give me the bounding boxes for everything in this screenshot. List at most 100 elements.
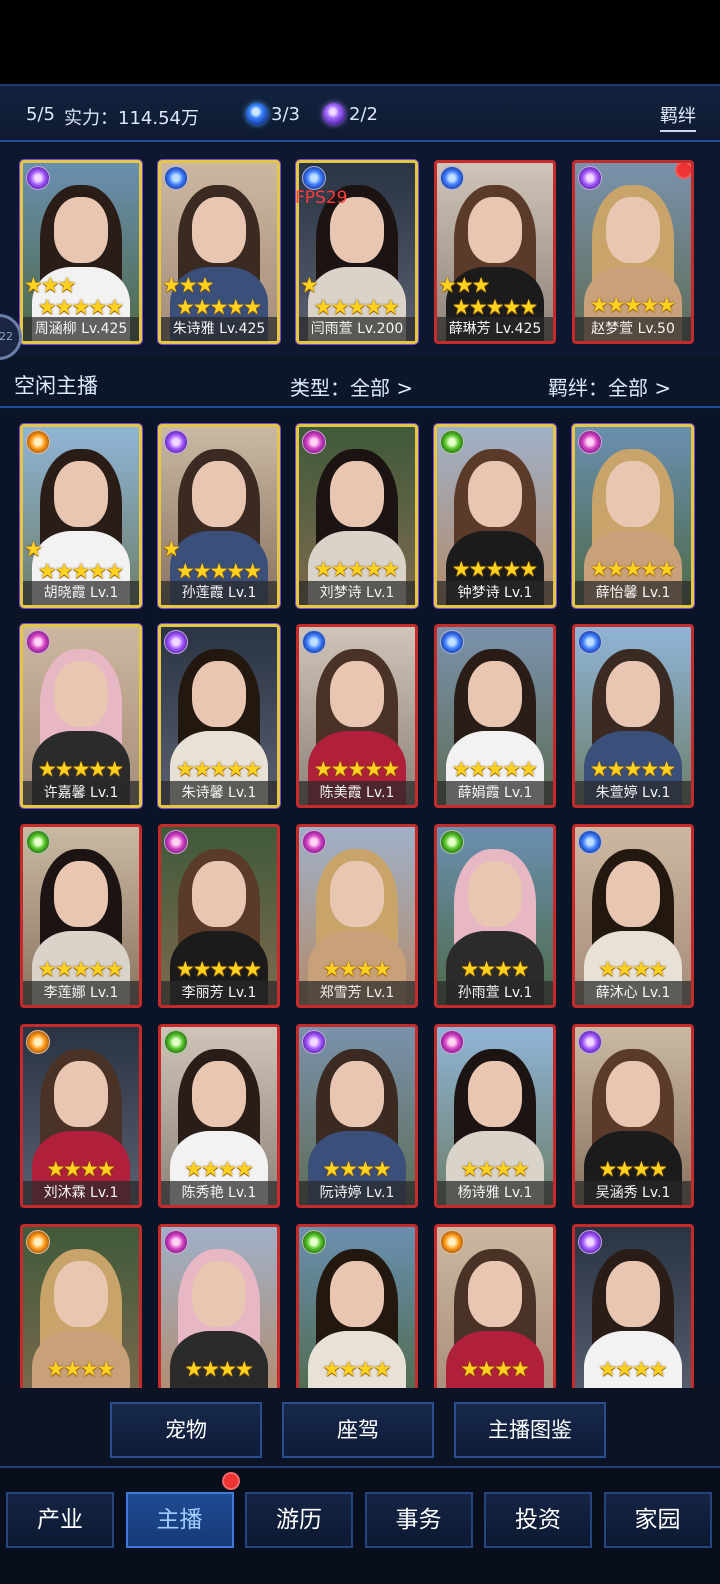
nav-tab-home[interactable]: 家园 xyxy=(603,1492,712,1548)
status-area xyxy=(0,0,720,84)
streamer-name: 钟梦诗 Lv.1 xyxy=(437,581,553,605)
notification-dot xyxy=(675,163,691,179)
blue-gem-icon xyxy=(246,103,268,125)
streamer-name: 孙雨萱 Lv.1 xyxy=(437,981,553,1005)
type-filter[interactable]: 类型：全部 > xyxy=(290,372,413,401)
green-element-icon xyxy=(302,1230,326,1254)
magenta-element-icon xyxy=(26,630,50,654)
star-icon: ★ xyxy=(243,559,263,583)
streamer-card[interactable]: ★★★★★ 赵梦萱 Lv.50 xyxy=(572,160,694,344)
purple-element-icon xyxy=(26,166,50,190)
streamer-card[interactable]: ★★★ ★★★★★ 朱诗雅 Lv.425 xyxy=(158,160,280,344)
star-rating: ★★★★★ xyxy=(437,759,553,781)
streamer-name: 薛娟霞 Lv.1 xyxy=(437,781,553,805)
streamer-card[interactable]: ★★★★ 阮诗婷 Lv.1 xyxy=(296,1024,418,1208)
streamer-catalog-button[interactable]: 主播图鉴 xyxy=(454,1402,606,1458)
streamer-card[interactable]: ★★★★ xyxy=(158,1224,280,1388)
orange-element-icon xyxy=(26,1030,50,1054)
streamer-card[interactable]: ★★★★ 陈秀艳 Lv.1 xyxy=(158,1024,280,1208)
blue-element-icon xyxy=(164,166,188,190)
orange-element-icon xyxy=(26,1230,50,1254)
star-icon: ★ xyxy=(105,559,125,583)
blue-element-icon xyxy=(302,630,326,654)
streamer-name: 孙莲霞 Lv.1 xyxy=(161,581,277,605)
streamer-card[interactable]: ★★★★★ 钟梦诗 Lv.1 xyxy=(434,424,556,608)
star-icon: ★ xyxy=(372,957,392,981)
star-rating: ★★★ ★★★★★ xyxy=(437,275,553,319)
star-icon: ★ xyxy=(372,1357,392,1381)
star-icon: ★ xyxy=(657,293,677,317)
pet-button[interactable]: 宠物 xyxy=(110,1402,262,1458)
nav-tab-industry[interactable]: 产业 xyxy=(6,1492,114,1548)
purple-element-icon xyxy=(164,630,188,654)
streamer-name: 阮诗婷 Lv.1 xyxy=(299,1181,415,1205)
star-rating: ★★★★★ xyxy=(161,959,277,981)
team-panel: ★★★ ★★★★★ 周涵柳 Lv.425 ★★★ ★★★★★ 朱诗雅 Lv.425 ★ ★★★… xyxy=(0,144,720,358)
team-count: 5/5 xyxy=(26,104,55,125)
star-icon: ★ xyxy=(243,757,263,781)
magenta-element-icon xyxy=(440,1030,464,1054)
star-rating: ★★★★★ xyxy=(575,559,691,581)
streamer-card[interactable]: ★★★★★ 许嘉馨 Lv.1 xyxy=(20,624,142,808)
nav-tab-investment[interactable]: 投资 xyxy=(484,1492,592,1548)
streamer-card[interactable]: ★★★★★ 刘梦诗 Lv.1 xyxy=(296,424,418,608)
star-icon: ★ xyxy=(105,757,125,781)
bond-button[interactable]: 羁绊 xyxy=(660,102,696,132)
streamer-card[interactable]: ★★★★ xyxy=(20,1224,142,1388)
vehicle-button[interactable]: 座驾 xyxy=(282,1402,434,1458)
star-icon: ★ xyxy=(510,1357,530,1381)
star-icon: ★ xyxy=(657,757,677,781)
streamer-name: 杨诗雅 Lv.1 xyxy=(437,1181,553,1205)
notification-dot xyxy=(221,1472,240,1490)
streamer-name: 李丽芳 Lv.1 xyxy=(161,981,277,1005)
star-icon: ★ xyxy=(648,1357,668,1381)
star-rating: ★★★★ xyxy=(575,1159,691,1181)
streamer-name: 陈秀艳 Lv.1 xyxy=(161,1181,277,1205)
green-element-icon xyxy=(26,830,50,854)
star-icon: ★ xyxy=(96,1157,116,1181)
star-rating: ★★★★★ xyxy=(23,759,139,781)
streamer-name: 薛怡馨 Lv.1 xyxy=(575,581,691,605)
streamer-card[interactable]: ★★★★ xyxy=(572,1224,694,1388)
purple-element-icon xyxy=(302,1030,326,1054)
star-rating: ★★★★ xyxy=(161,1359,277,1381)
star-rating: ★★★★ xyxy=(23,1159,139,1181)
streamer-card[interactable]: ★ ★★★★★ 胡晓霞 Lv.1 xyxy=(20,424,142,608)
streamer-card[interactable]: ★★★★★ 薛怡馨 Lv.1 xyxy=(572,424,694,608)
bond-filter[interactable]: 羁绊：全部 > xyxy=(548,372,671,401)
star-rating: ★★★★ xyxy=(575,959,691,981)
streamer-card[interactable]: ★★★★★ 李丽芳 Lv.1 xyxy=(158,824,280,1008)
streamer-card[interactable]: ★★★★★ 陈美霞 Lv.1 xyxy=(296,624,418,808)
streamer-card[interactable]: ★★★★★ 朱诗馨 Lv.1 xyxy=(158,624,280,808)
streamer-card[interactable]: ★★★★ 吴涵秀 Lv.1 xyxy=(572,1024,694,1208)
star-icon: ★ xyxy=(381,557,401,581)
magenta-element-icon xyxy=(578,430,602,454)
streamer-card[interactable]: ★★★★ 杨诗雅 Lv.1 xyxy=(434,1024,556,1208)
streamer-card[interactable]: ★★★ ★★★★★ 薛琳芳 Lv.425 xyxy=(434,160,556,344)
nav-tab-affairs[interactable]: 事务 xyxy=(364,1492,473,1548)
star-rating: ★★★★★ xyxy=(437,559,553,581)
streamer-card[interactable]: ★ ★★★★★ 孙莲霞 Lv.1 xyxy=(158,424,280,608)
idle-title: 空闲主播 xyxy=(14,374,98,398)
streamer-name: 胡晓霞 Lv.1 xyxy=(23,581,139,605)
streamer-card[interactable]: ★★★★ xyxy=(296,1224,418,1388)
streamer-card[interactable]: ★★★★ 薛沐心 Lv.1 xyxy=(572,824,694,1008)
streamer-card[interactable]: ★★★★ 郑雪芳 Lv.1 xyxy=(296,824,418,1008)
streamer-card[interactable]: ★★★★★ 薛娟霞 Lv.1 xyxy=(434,624,556,808)
streamer-card[interactable]: ★★★ ★★★★★ 周涵柳 Lv.425 xyxy=(20,160,142,344)
streamer-card[interactable]: ★★★★★ 朱萱婷 Lv.1 xyxy=(572,624,694,808)
streamer-card[interactable]: ★★★★ 刘沐霖 Lv.1 xyxy=(20,1024,142,1208)
streamer-name: 薛沐心 Lv.1 xyxy=(575,981,691,1005)
nav-tab-streamer[interactable]: 主播 xyxy=(125,1492,234,1548)
function-buttons: 宠物 座驾 主播图鉴 xyxy=(0,1388,720,1466)
streamer-card[interactable]: ★★★★ xyxy=(434,1224,556,1388)
nav-tab-travel[interactable]: 游历 xyxy=(245,1492,353,1548)
streamer-name: 薛琳芳 Lv.425 xyxy=(437,317,553,341)
streamer-card[interactable]: ★★★★ 孙雨萱 Lv.1 xyxy=(434,824,556,1008)
star-rating: ★★★★★ xyxy=(299,559,415,581)
green-element-icon xyxy=(440,830,464,854)
star-icon: ★ xyxy=(648,957,668,981)
streamer-card[interactable]: ★★★★★ 李莲娜 Lv.1 xyxy=(20,824,142,1008)
purple-element-icon xyxy=(578,166,602,190)
star-icon: ★ xyxy=(105,957,125,981)
